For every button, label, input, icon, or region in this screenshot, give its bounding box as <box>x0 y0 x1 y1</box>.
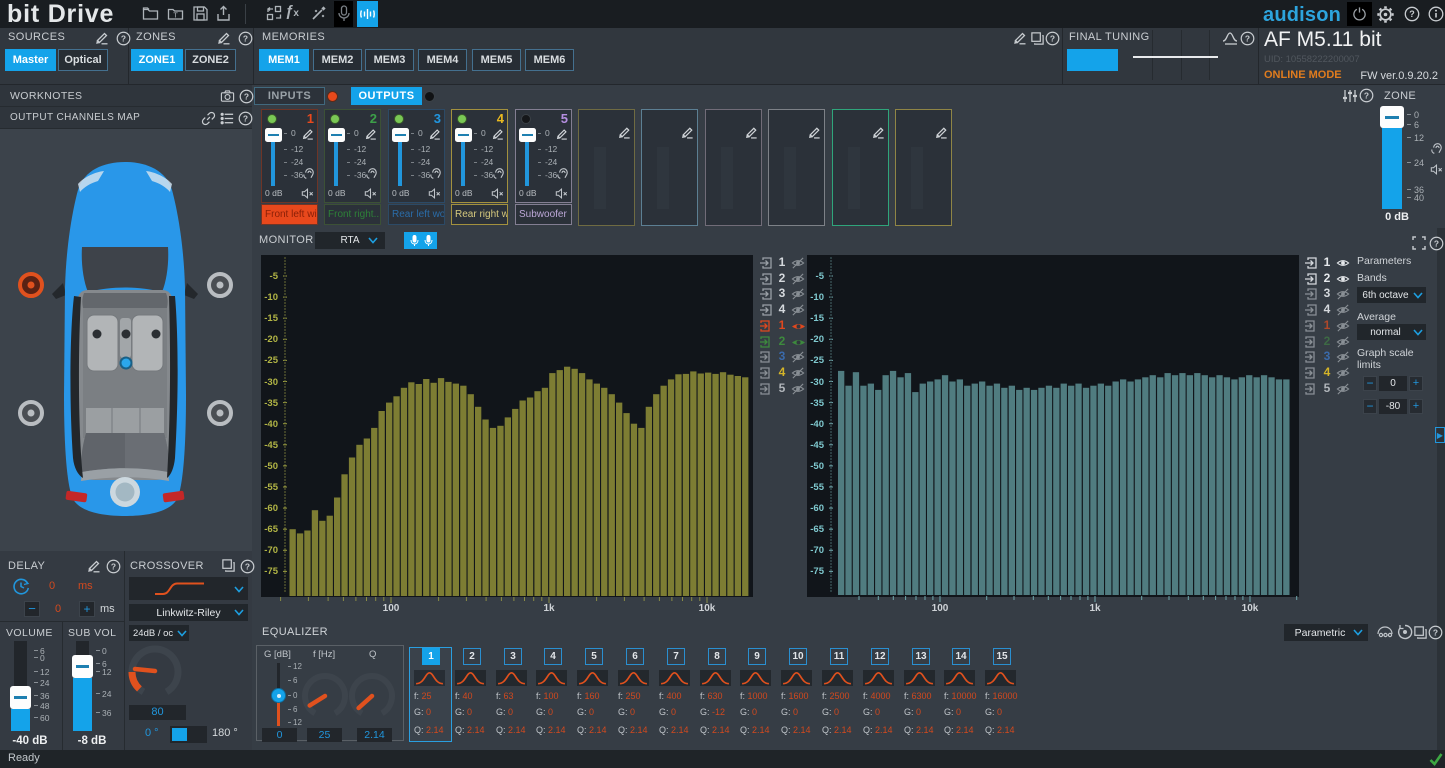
svg-text:?: ? <box>1434 239 1439 249</box>
svg-text:?: ? <box>1433 628 1438 638</box>
